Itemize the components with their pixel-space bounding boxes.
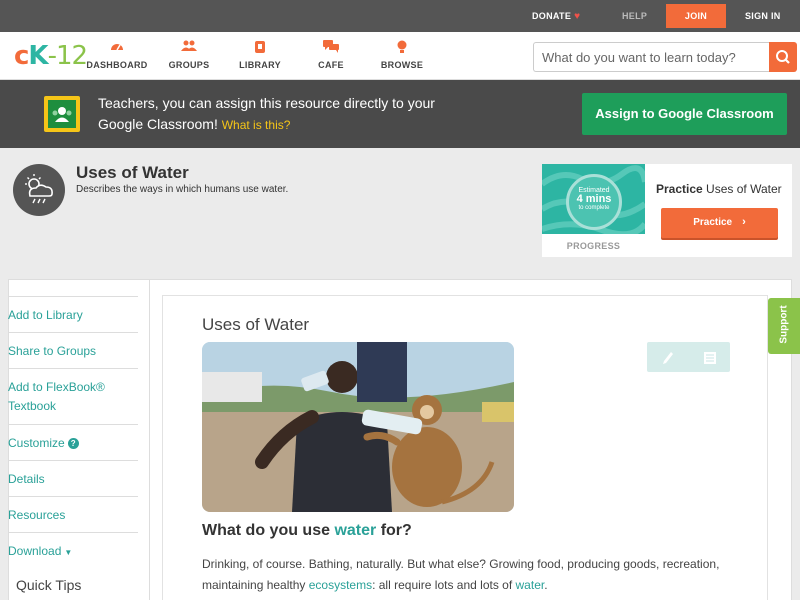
join-button[interactable]: JOIN [666,4,726,28]
notes-icon[interactable] [689,342,730,372]
nav-groups[interactable]: GROUPS [154,40,224,70]
sidebar-item-download[interactable]: Download ▼ [8,532,138,568]
caret-down-icon: ▼ [64,548,73,557]
pencil-icon[interactable] [647,342,688,372]
groups-icon [154,40,224,56]
search-button[interactable] [769,42,797,72]
support-tab[interactable]: Support [768,298,800,354]
ck12-logo[interactable]: cK-12 [14,41,88,71]
google-classroom-icon [44,96,80,132]
donate-link[interactable]: DONATE ♥ [532,0,580,32]
progress-widget[interactable]: Estimated 4 mins to complete PROGRESS [542,164,645,257]
nav-browse[interactable]: BROWSE [367,40,437,70]
content-title: Uses of Water [202,315,310,334]
sidebar-item-add-to-flexbook[interactable]: Add to FlexBook® Textbook [8,368,138,424]
section-heading: What do you use water for? [202,522,412,539]
nav-dashboard[interactable]: DASHBOARD [82,40,152,70]
sidebar-item-details[interactable]: Details [8,460,138,496]
sidebar-item-resources[interactable]: Resources [8,496,138,532]
chevron-right-icon: › [742,216,746,228]
nav-library[interactable]: LIBRARY [225,40,295,70]
assign-google-classroom-button[interactable]: Assign to Google Classroom [582,93,787,135]
concept-description: Describes the ways in which humans use w… [76,184,289,195]
hero-image [202,342,514,512]
help-link[interactable]: HELP [622,0,647,32]
practice-card: Estimated 4 mins to complete PROGRESS Pr… [542,164,792,257]
nav-cafe[interactable]: CAFE [296,40,366,70]
estimate-badge: Estimated 4 mins to complete [566,174,622,230]
quick-tips-heading[interactable]: Quick Tips [16,577,81,593]
library-icon [225,40,295,56]
water-link[interactable]: water [516,578,545,592]
search-icon [776,50,790,64]
help-icon[interactable]: ? [67,438,79,450]
what-is-this-link[interactable]: What is this? [222,118,291,132]
sidebar-item-customize[interactable]: Customize? [8,424,138,460]
sidebar-item-add-to-library[interactable]: Add to Library [8,296,138,332]
heart-icon: ♥ [574,11,581,22]
browse-icon [367,40,437,56]
content-toolbar [647,342,730,372]
main-navbar: cK-12 DASHBOARD GROUPS LIBRARY CAFE BROW… [0,32,800,80]
practice-button[interactable]: Practice › [661,208,778,238]
concept-title: Uses of Water [76,163,189,182]
progress-graphic: Estimated 4 mins to complete [542,164,645,234]
practice-title: Practice Uses of Water [656,182,782,196]
top-utility-bar: DONATE ♥ HELP JOIN SIGN IN [0,0,800,32]
banner-message: Teachers, you can assign this resource d… [98,95,435,132]
water-term[interactable]: water [334,522,376,539]
search-input[interactable] [533,42,769,72]
cafe-icon [296,40,366,56]
teacher-banner: Teachers, you can assign this resource d… [0,80,800,148]
sign-in-link[interactable]: SIGN IN [745,0,781,32]
body-paragraph: Drinking, of course. Bathing, naturally.… [202,557,720,592]
dashboard-icon [82,40,152,56]
progress-label: PROGRESS [566,241,621,251]
ecosystems-link[interactable]: ecosystems [309,578,372,592]
sidebar-item-share-to-groups[interactable]: Share to Groups [8,332,138,368]
weather-icon [13,164,65,216]
